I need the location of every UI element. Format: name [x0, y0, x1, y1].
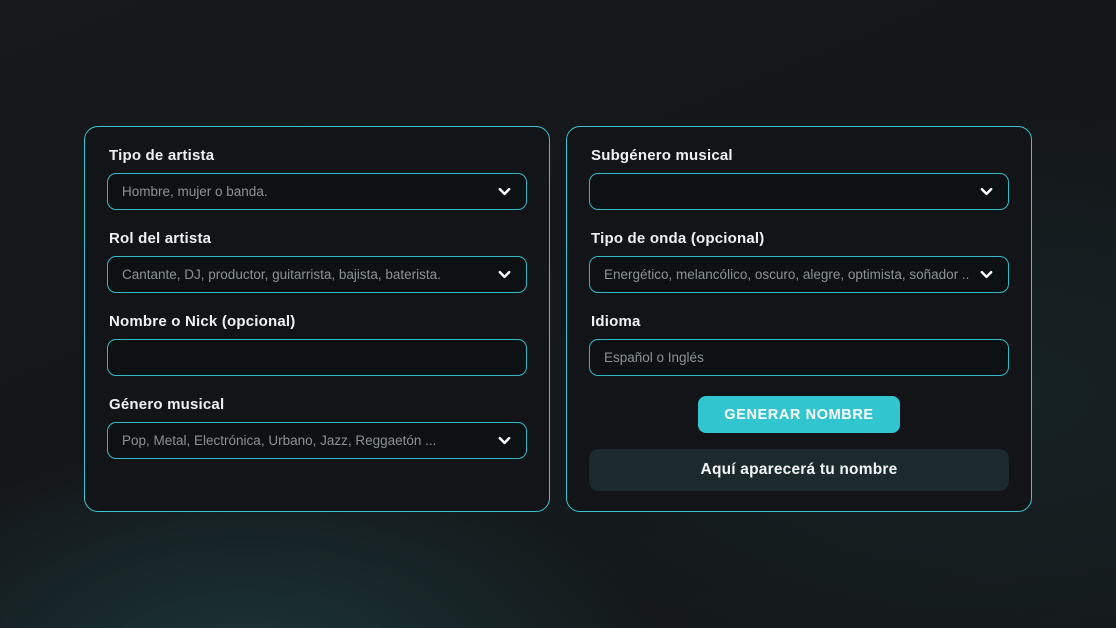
- vibe-group: Tipo de onda (opcional) Energético, mela…: [589, 230, 1009, 293]
- vibe-label: Tipo de onda (opcional): [591, 230, 1009, 247]
- chevron-down-icon: [496, 433, 512, 449]
- vibe-placeholder: Energético, melancólico, oscuro, alegre,…: [604, 267, 970, 282]
- result-display: Aquí aparecerá tu nombre: [589, 449, 1009, 491]
- generate-button-row: GENERAR NOMBRE: [589, 396, 1009, 433]
- genre-group: Género musical Pop, Metal, Electrónica, …: [107, 396, 527, 459]
- artist-type-group: Tipo de artista Hombre, mujer o banda.: [107, 147, 527, 210]
- nickname-label: Nombre o Nick (opcional): [109, 313, 527, 330]
- chevron-down-icon: [496, 184, 512, 200]
- generator-panel: Subgénero musical Tipo de onda (opcional…: [566, 126, 1032, 512]
- artist-form-panel: Tipo de artista Hombre, mujer o banda. R…: [84, 126, 550, 512]
- nickname-input[interactable]: [107, 339, 527, 376]
- artist-type-label: Tipo de artista: [109, 147, 527, 164]
- artist-type-placeholder: Hombre, mujer o banda.: [122, 184, 488, 199]
- generate-name-button[interactable]: GENERAR NOMBRE: [698, 396, 899, 433]
- artist-type-select[interactable]: Hombre, mujer o banda.: [107, 173, 527, 210]
- artist-role-placeholder: Cantante, DJ, productor, guitarrista, ba…: [122, 267, 488, 282]
- language-label: Idioma: [591, 313, 1009, 330]
- nickname-group: Nombre o Nick (opcional): [107, 313, 527, 376]
- genre-placeholder: Pop, Metal, Electrónica, Urbano, Jazz, R…: [122, 433, 488, 448]
- language-input[interactable]: [589, 339, 1009, 376]
- artist-role-group: Rol del artista Cantante, DJ, productor,…: [107, 230, 527, 293]
- genre-label: Género musical: [109, 396, 527, 413]
- artist-role-label: Rol del artista: [109, 230, 527, 247]
- language-group: Idioma: [589, 313, 1009, 376]
- artist-role-select[interactable]: Cantante, DJ, productor, guitarrista, ba…: [107, 256, 527, 293]
- genre-select[interactable]: Pop, Metal, Electrónica, Urbano, Jazz, R…: [107, 422, 527, 459]
- subgenre-select[interactable]: [589, 173, 1009, 210]
- vibe-select[interactable]: Energético, melancólico, oscuro, alegre,…: [589, 256, 1009, 293]
- chevron-down-icon: [978, 267, 994, 283]
- subgenre-label: Subgénero musical: [591, 147, 1009, 164]
- subgenre-group: Subgénero musical: [589, 147, 1009, 210]
- chevron-down-icon: [496, 267, 512, 283]
- chevron-down-icon: [978, 184, 994, 200]
